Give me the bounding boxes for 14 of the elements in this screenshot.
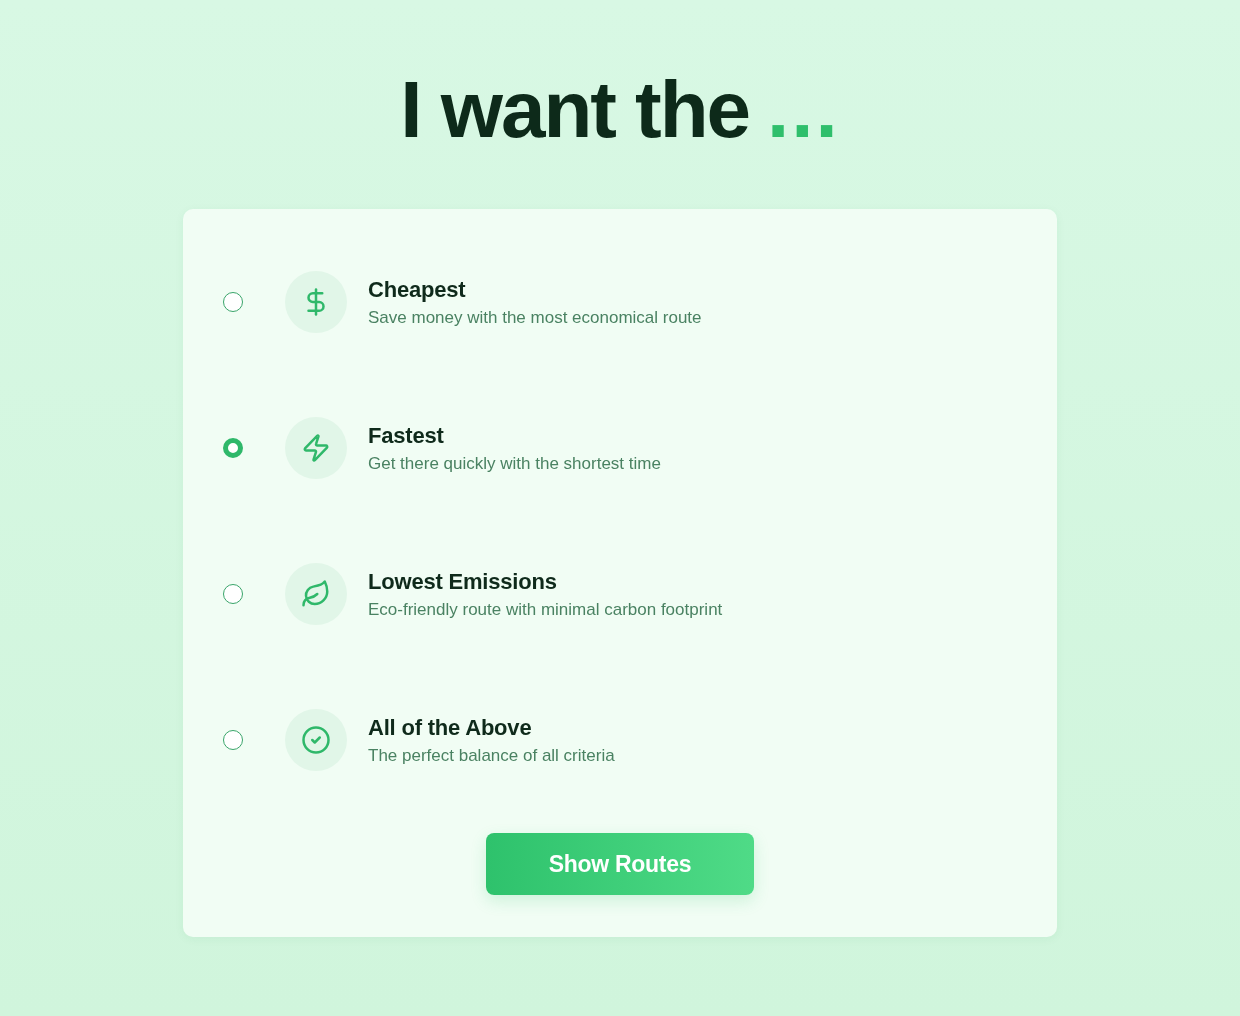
option-description: Eco-friendly route with minimal carbon footprint xyxy=(368,599,723,620)
radio-button[interactable] xyxy=(223,730,243,750)
option-description: Get there quickly with the shortest time xyxy=(368,453,661,474)
radio-button[interactable] xyxy=(223,292,243,312)
option-title[interactable]: Fastest xyxy=(368,422,661,449)
page-heading: I want the xyxy=(400,64,750,156)
radio-button[interactable] xyxy=(223,438,243,458)
heading-ellipsis: ... xyxy=(767,64,840,156)
option-description: The perfect balance of all criteria xyxy=(368,745,615,766)
option-description: Save money with the most economical route xyxy=(368,307,702,328)
option-title[interactable]: Cheapest xyxy=(368,276,702,303)
radio-button[interactable] xyxy=(223,584,243,604)
option-title[interactable]: All of the Above xyxy=(368,714,615,741)
option-title[interactable]: Lowest Emissions xyxy=(368,568,723,595)
